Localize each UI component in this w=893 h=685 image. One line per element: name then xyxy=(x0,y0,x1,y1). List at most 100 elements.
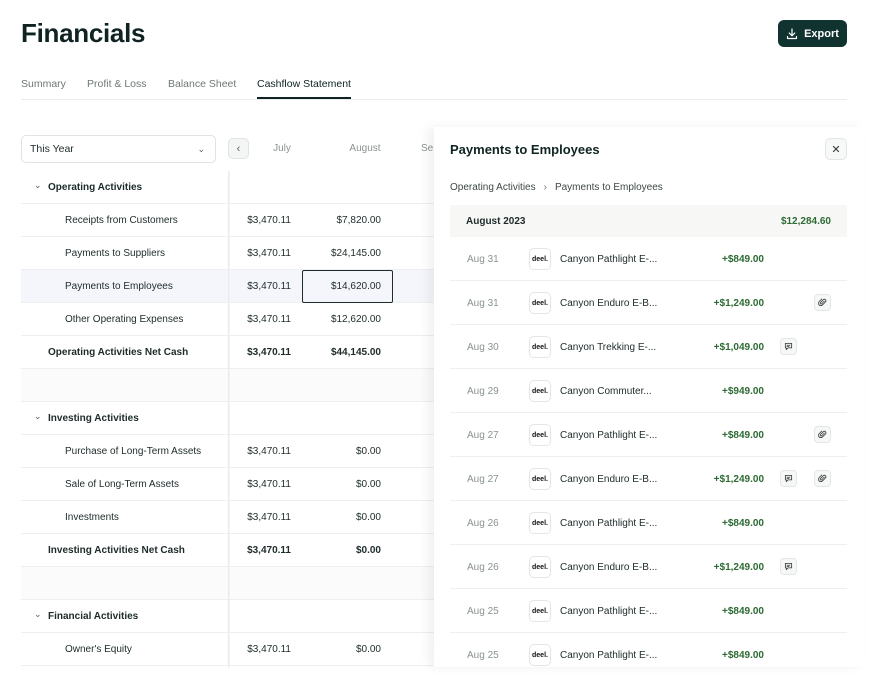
section-row[interactable]: ⌄ Financial Activities xyxy=(21,600,441,633)
cell-august[interactable]: $24,145.00 xyxy=(311,248,381,259)
transaction-row[interactable]: deel. Aug 27 Canyon Pathlight E-... +$849.0… xyxy=(450,413,847,457)
row-label: Investments xyxy=(65,512,119,523)
transaction-amount: +$849.00 xyxy=(722,606,764,617)
transaction-amount: +$849.00 xyxy=(722,650,764,661)
cell-august[interactable]: $7,820.00 xyxy=(311,215,382,226)
row-label: Other Operating Expenses xyxy=(65,314,184,325)
attachment-icon[interactable] xyxy=(814,470,831,487)
transaction-date: Aug 31 xyxy=(467,298,499,309)
page-title: Financials xyxy=(21,18,146,48)
close-icon: ✕ xyxy=(831,143,841,156)
previous-month-button[interactable]: ‹ xyxy=(228,138,249,159)
transaction-description: Canyon Pathlight E-... xyxy=(560,606,658,617)
chevron-down-icon[interactable]: ⌄ xyxy=(34,609,42,620)
tab-balance-sheet[interactable]: Balance Sheet xyxy=(168,78,236,90)
transaction-date: Aug 27 xyxy=(467,474,499,485)
transaction-row[interactable]: deel. Aug 26 Canyon Enduro E-B... +$1,249.0… xyxy=(450,545,847,589)
cell-july[interactable]: $3,470.11 xyxy=(231,446,291,457)
table-row[interactable]: Payments to Employees $3,470.11 $14,620.00 xyxy=(21,270,441,303)
transaction-row[interactable]: deel. Aug 29 Canyon Commuter... +$949.00 xyxy=(450,369,847,413)
cell-august[interactable]: $0.00 xyxy=(311,479,381,490)
transaction-row[interactable]: deel. Aug 25 Canyon Pathlight E-... +$849.0… xyxy=(450,633,847,667)
cell-july[interactable]: $3,470.11 xyxy=(231,479,291,490)
cell-july[interactable]: $3,470.11 xyxy=(231,215,291,226)
transaction-row[interactable]: deel. Aug 30 Canyon Trekking E-... +$1,049.… xyxy=(450,325,847,369)
cell-july[interactable]: $3,470.11 xyxy=(231,545,291,556)
section-row[interactable]: ⌄ Investing Activities xyxy=(21,402,441,435)
transaction-date: Aug 30 xyxy=(467,342,499,353)
table-row[interactable]: Owner's Equity $3,470.11 $0.00 xyxy=(21,633,441,666)
download-icon xyxy=(786,27,798,39)
row-label: Purchase of Long-Term Assets xyxy=(65,446,202,457)
comment-icon[interactable] xyxy=(780,470,797,487)
cell-july[interactable]: $3,470.11 xyxy=(231,644,291,655)
tab-cashflow-statement[interactable]: Cashflow Statement xyxy=(257,78,351,99)
chevron-down-icon[interactable]: ⌄ xyxy=(34,180,42,191)
close-panel-button[interactable]: ✕ xyxy=(825,138,847,160)
deel-logo-icon: deel. xyxy=(529,248,551,270)
tab-summary[interactable]: Summary xyxy=(21,78,66,90)
period-value: This Year xyxy=(30,143,74,155)
breadcrumb-item[interactable]: Operating Activities xyxy=(450,182,536,193)
cashflow-table: ⌄ Operating Activities Receipts from Custo… xyxy=(21,171,441,666)
cell-july[interactable]: $3,470.11 xyxy=(231,512,291,523)
cell-august[interactable]: $0.00 xyxy=(311,644,381,655)
transaction-amount: +$1,249.00 xyxy=(713,298,764,309)
chevron-right-icon: › xyxy=(543,182,547,193)
tab-profit-loss[interactable]: Profit & Loss xyxy=(87,78,147,90)
transaction-description: Canyon Enduro E-B... xyxy=(560,298,658,309)
cell-august[interactable]: $44,145.00 xyxy=(311,347,381,358)
table-row[interactable]: Purchase of Long-Term Assets $3,470.11 $0.… xyxy=(21,435,441,468)
attachment-icon[interactable] xyxy=(814,426,831,443)
deel-logo-icon: deel. xyxy=(529,600,551,622)
row-label: Sale of Long-Term Assets xyxy=(65,479,179,490)
transaction-row[interactable]: deel. Aug 31 Canyon Pathlight E-... +$849.0… xyxy=(450,237,847,281)
transaction-description: Canyon Enduro E-B... xyxy=(560,474,658,485)
cell-july[interactable]: $3,470.11 xyxy=(231,347,291,358)
transaction-description: Canyon Pathlight E-... xyxy=(560,430,658,441)
cell-august[interactable]: $0.00 xyxy=(311,446,381,457)
cell-august[interactable]: $0.00 xyxy=(311,545,381,556)
period-select[interactable]: This Year ⌄ xyxy=(21,135,216,163)
attachment-icon[interactable] xyxy=(814,294,831,311)
transactions-panel: Payments to Employees ✕ Operating Activi… xyxy=(434,127,864,667)
row-label: Operating Activities Net Cash xyxy=(48,347,189,358)
table-row[interactable]: Sale of Long-Term Assets $3,470.11 $0.00 xyxy=(21,468,441,501)
transaction-description: Canyon Pathlight E-... xyxy=(560,518,658,529)
table-row[interactable]: Payments to Suppliers $3,470.11 $24,145.00 xyxy=(21,237,441,270)
tab-bar: Summary Profit & Loss Balance Sheet Cash… xyxy=(21,76,847,100)
cell-august[interactable]: $12,620.00 xyxy=(311,314,381,325)
transaction-amount: +$849.00 xyxy=(722,430,764,441)
comment-icon[interactable] xyxy=(780,338,797,355)
row-label: Receipts from Customers xyxy=(65,215,178,226)
cell-july[interactable]: $3,470.11 xyxy=(231,281,291,292)
transaction-date: Aug 29 xyxy=(467,386,499,397)
transaction-row[interactable]: deel. Aug 27 Canyon Enduro E-B... +$1,249.0… xyxy=(450,457,847,501)
total-row: Operating Activities Net Cash $3,470.11 $4… xyxy=(21,336,441,369)
row-label: Investing Activities Net Cash xyxy=(48,545,185,556)
section-row[interactable]: ⌄ Operating Activities xyxy=(21,171,441,204)
transaction-amount: +$949.00 xyxy=(722,386,764,397)
export-button[interactable]: Export xyxy=(778,20,847,47)
table-row[interactable]: Receipts from Customers $3,470.11 $7,820.0… xyxy=(21,204,441,237)
table-row[interactable]: Investments $3,470.11 $0.00 xyxy=(21,501,441,534)
chevron-down-icon[interactable]: ⌄ xyxy=(34,411,42,422)
month-header-july: July xyxy=(273,143,291,154)
transaction-description: Canyon Trekking E-... xyxy=(560,342,657,353)
transaction-row[interactable]: deel. Aug 26 Canyon Pathlight E-... +$849.0… xyxy=(450,501,847,545)
transaction-date: Aug 25 xyxy=(467,606,499,617)
cell-july[interactable]: $3,470.11 xyxy=(231,248,291,259)
cell-july[interactable]: $3,470.11 xyxy=(231,314,291,325)
comment-icon[interactable] xyxy=(780,558,797,575)
month-group-header: August 2023 $12,284.60 xyxy=(450,205,847,237)
cell-august[interactable]: $0.00 xyxy=(311,512,381,523)
panel-title: Payments to Employees xyxy=(450,142,600,157)
row-label: Financial Activities xyxy=(48,611,139,622)
transaction-amount: +$849.00 xyxy=(722,254,764,265)
transaction-row[interactable]: deel. Aug 31 Canyon Enduro E-B... +$1,249.0… xyxy=(450,281,847,325)
column-divider xyxy=(228,171,230,668)
table-row[interactable]: Other Operating Expenses $3,470.11 $12,620… xyxy=(21,303,441,336)
transaction-description: Canyon Pathlight E-... xyxy=(560,254,658,265)
transaction-row[interactable]: deel. Aug 25 Canyon Pathlight E-... +$849.0… xyxy=(450,589,847,633)
chevron-left-icon: ‹ xyxy=(236,142,241,155)
